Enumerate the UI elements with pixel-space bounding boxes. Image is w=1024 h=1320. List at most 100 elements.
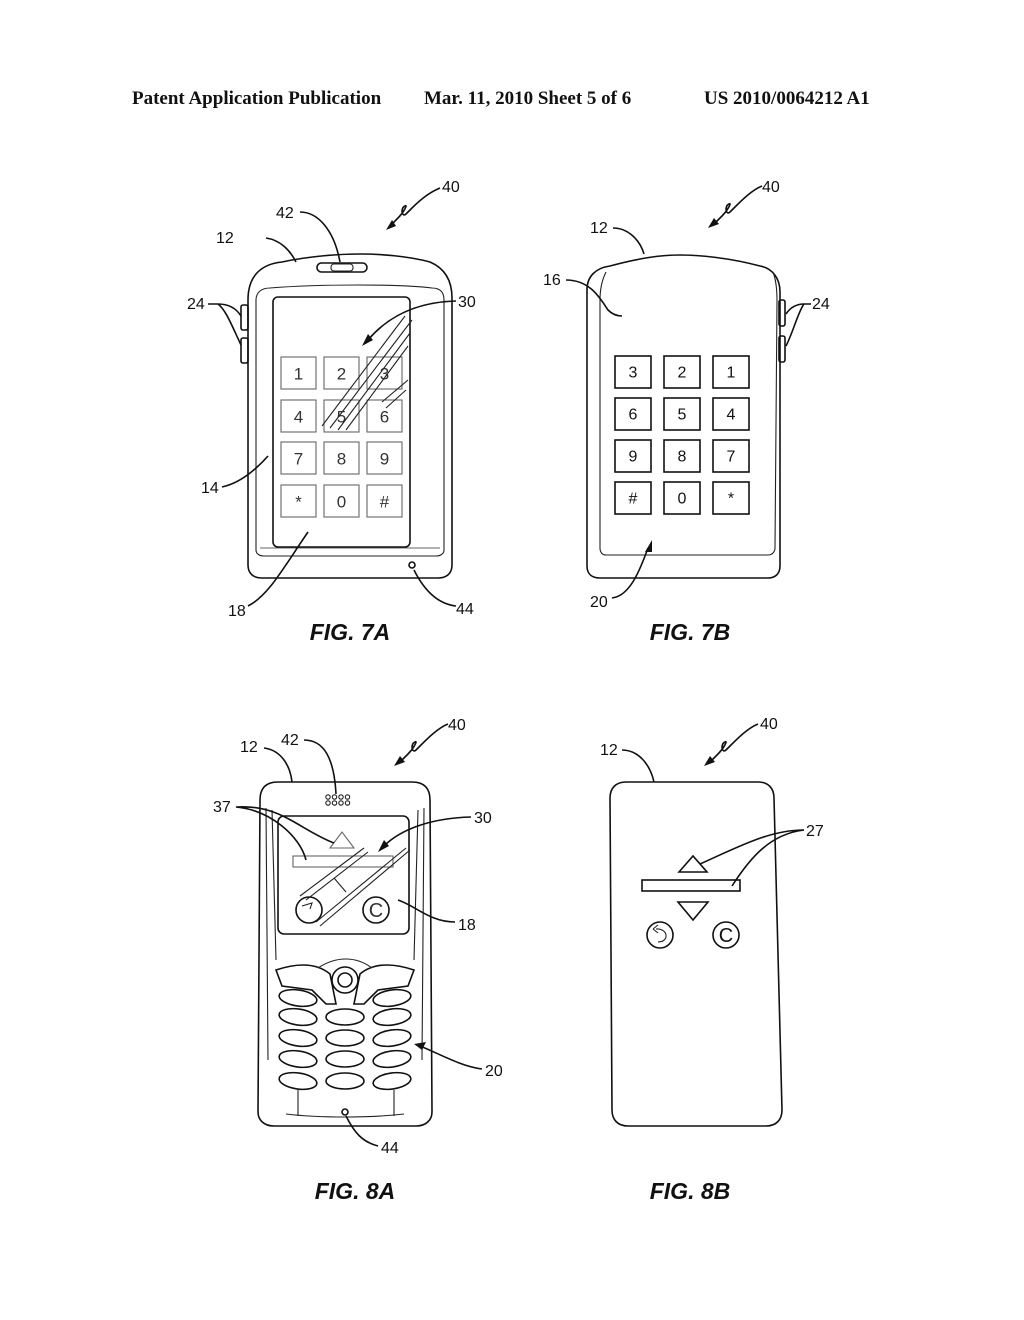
ref-40-leader — [389, 187, 441, 227]
ref-27-leader — [699, 829, 805, 887]
keypad-key[interactable] — [278, 1070, 318, 1091]
keypad-key[interactable] — [325, 1050, 365, 1068]
nav-button-center[interactable] — [337, 972, 353, 988]
back-arrow-icon — [295, 896, 323, 924]
keypad-key[interactable]: # — [614, 481, 652, 515]
ref-44-leader — [413, 569, 457, 607]
onscreen-key[interactable]: 7 — [280, 441, 317, 475]
key-label: 6 — [629, 407, 638, 424]
keypad-key[interactable] — [278, 1048, 318, 1069]
ref-label-18: 18 — [228, 603, 246, 620]
onscreen-key[interactable]: 0 — [323, 484, 360, 518]
physical-keypad-20: 3 2 1 6 5 4 9 8 7 # 0 * — [614, 355, 750, 515]
ref-label-40: 40 — [442, 179, 460, 196]
keypad-key[interactable]: * — [712, 481, 750, 515]
key-label: 4 — [727, 407, 736, 424]
key-label: # — [380, 493, 390, 512]
ref-label-12: 12 — [240, 739, 258, 756]
ref-label-14: 14 — [201, 480, 219, 497]
keypad-key[interactable] — [325, 1029, 365, 1047]
speaker-42 — [325, 794, 351, 806]
figure-caption-7a: FIG. 7A — [310, 619, 391, 645]
onscreen-key[interactable]: 4 — [280, 399, 317, 433]
onscreen-key[interactable]: 6 — [366, 399, 403, 433]
figure-caption-8b: FIG. 8B — [650, 1178, 731, 1204]
ref-label-30: 30 — [474, 810, 492, 827]
slider-bar[interactable] — [641, 879, 741, 892]
keypad-key[interactable] — [372, 1070, 412, 1091]
keypad-key[interactable]: 8 — [663, 439, 701, 473]
key-label: # — [629, 491, 638, 508]
left-softkey[interactable] — [274, 964, 337, 1005]
ref-40-leader — [399, 723, 449, 763]
ref-18-leader — [247, 531, 309, 607]
ref-12-leader — [263, 747, 293, 783]
ref-label-24: 24 — [812, 296, 830, 313]
clear-glyph: C — [719, 925, 733, 947]
ref-18-leader — [397, 899, 456, 923]
keypad-key[interactable]: 6 — [614, 397, 652, 431]
key-label: 7 — [727, 449, 736, 466]
keypad-key[interactable]: 0 — [663, 481, 701, 515]
ref-label-44: 44 — [456, 601, 474, 618]
grille-hole — [325, 794, 331, 800]
keypad-key[interactable] — [372, 1027, 412, 1048]
side-button-lower[interactable] — [240, 337, 249, 364]
keypad-key[interactable]: 4 — [712, 397, 750, 431]
grille-hole — [344, 800, 351, 806]
keypad-key[interactable] — [372, 1048, 412, 1069]
key-label: 8 — [678, 449, 687, 466]
keypad-key[interactable]: 5 — [663, 397, 701, 431]
key-label: 2 — [678, 365, 687, 382]
back-arrow-icon[interactable] — [646, 921, 674, 949]
ref-12-leader — [265, 237, 297, 263]
ref-14-leader — [221, 455, 269, 488]
ref-label-40: 40 — [760, 716, 778, 733]
keypad-key[interactable] — [372, 1006, 412, 1027]
bezel-14 — [255, 284, 445, 557]
key-label: 9 — [629, 449, 638, 466]
keypad-key[interactable]: 1 — [712, 355, 750, 389]
onscreen-key[interactable]: 9 — [366, 441, 403, 475]
ref-label-37: 37 — [213, 799, 231, 816]
onscreen-keypad: 1 2 34 5 67 8 9* 0 # — [280, 356, 403, 518]
ref-label-12: 12 — [590, 220, 608, 237]
figure-8a: 40 C 12 42 37 30 18 20 44 FIG. 8A — [213, 717, 503, 1204]
housing-outline — [609, 781, 783, 1127]
keypad-key[interactable] — [278, 1027, 318, 1048]
key-label: 4 — [294, 408, 303, 427]
down-triangle-icon[interactable] — [676, 901, 710, 922]
ref-24-leader — [785, 303, 811, 347]
keypad-20 — [278, 988, 412, 1091]
grille-hole — [344, 794, 351, 800]
ref-label-16: 16 — [543, 272, 561, 289]
key-label: 6 — [380, 408, 389, 427]
ref-label-18: 18 — [458, 917, 476, 934]
keypad-key[interactable]: 3 — [614, 355, 652, 389]
right-softkey[interactable] — [353, 964, 416, 1005]
onscreen-key[interactable]: # — [366, 484, 403, 518]
side-button-upper[interactable] — [240, 304, 249, 331]
ref-label-12: 12 — [216, 230, 234, 247]
ref-label-12: 12 — [600, 742, 618, 759]
keypad-key[interactable]: 7 — [712, 439, 750, 473]
keypad-key[interactable]: 2 — [663, 355, 701, 389]
up-triangle-icon[interactable] — [677, 854, 709, 873]
key-label: 5 — [678, 407, 687, 424]
ref-label-40: 40 — [762, 179, 780, 196]
ref-40-leader — [713, 185, 763, 225]
key-label: 9 — [380, 450, 389, 469]
figure-8b: 40 C 12 27 FIG. 8B — [600, 716, 824, 1204]
nav-button-outer[interactable] — [331, 966, 359, 994]
keypad-key[interactable] — [325, 1072, 365, 1090]
onscreen-key[interactable]: 1 — [280, 356, 317, 390]
up-triangle-icon — [328, 831, 356, 849]
drawing-sheet: 40 1 2 34 5 67 8 9* 0 # 12 42 24 30 14 1… — [187, 179, 830, 1204]
keypad-key[interactable] — [325, 1008, 365, 1026]
onscreen-key[interactable]: * — [280, 484, 317, 518]
keypad-key[interactable] — [278, 1006, 318, 1027]
grille-hole — [338, 794, 344, 800]
ref-label-42: 42 — [276, 205, 294, 222]
onscreen-key[interactable]: 8 — [323, 441, 360, 475]
keypad-key[interactable]: 9 — [614, 439, 652, 473]
